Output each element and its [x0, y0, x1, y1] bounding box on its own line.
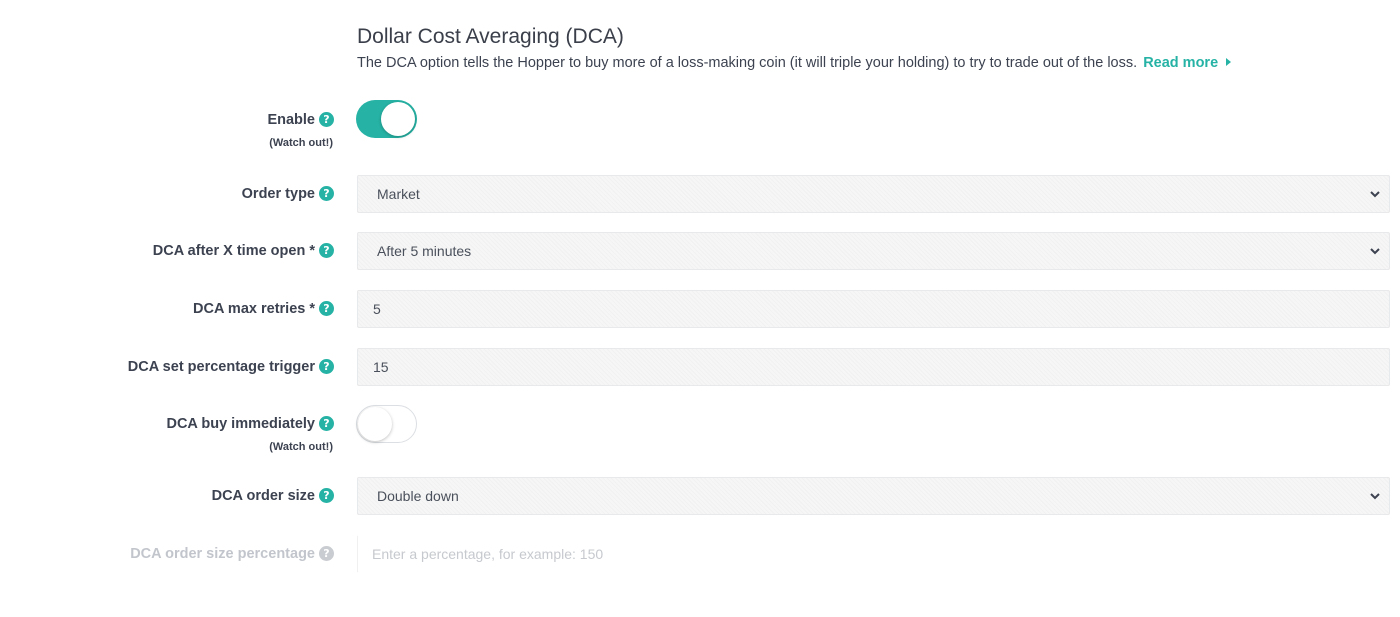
order-size-percentage-input: Enter a percentage, for example: 150 — [357, 535, 1390, 573]
caret-right-icon — [1226, 58, 1232, 66]
order-type-label-group: Order type? — [242, 185, 334, 203]
section-description: The DCA option tells the Hopper to buy m… — [357, 53, 1387, 73]
chevron-down-icon — [1370, 493, 1380, 500]
order-size-label: DCA order size — [211, 487, 315, 504]
read-more-label: Read more — [1143, 55, 1219, 71]
toggle-knob — [381, 102, 415, 136]
enable-toggle[interactable] — [356, 100, 417, 138]
enable-label-group: Enable? (Watch out!) — [267, 111, 334, 149]
enable-label: Enable — [267, 111, 315, 128]
dca-header: Dollar Cost Averaging (DCA) The DCA opti… — [357, 22, 1387, 73]
max-retries-input[interactable]: 5 — [357, 290, 1390, 328]
buy-immediately-toggle[interactable] — [356, 405, 417, 443]
question-circle-icon[interactable]: ? — [319, 416, 334, 432]
buy-immediately-label: DCA buy immediately — [166, 415, 315, 432]
dca-after-value: After 5 minutes — [377, 243, 472, 259]
description-text: The DCA option tells the Hopper to buy m… — [357, 55, 1138, 71]
dca-after-label: DCA after X time open * — [152, 242, 315, 259]
dca-settings-panel: Dollar Cost Averaging (DCA) The DCA opti… — [0, 0, 1400, 617]
order-size-select[interactable]: Double down — [357, 477, 1390, 515]
question-circle-icon[interactable]: ? — [319, 186, 334, 202]
question-circle-icon[interactable]: ? — [319, 243, 334, 259]
order-size-percentage-label: DCA order size percentage — [130, 545, 315, 562]
order-size-percentage-label-group: DCA order size percentage? — [130, 545, 334, 563]
order-size-label-group: DCA order size? — [212, 487, 334, 505]
percentage-trigger-label: DCA set percentage trigger — [127, 358, 315, 375]
percentage-trigger-value: 15 — [373, 359, 389, 375]
order-type-value: Market — [377, 186, 420, 202]
chevron-down-icon — [1370, 191, 1380, 198]
question-circle-icon: ? — [319, 546, 334, 562]
question-circle-icon[interactable]: ? — [319, 112, 334, 128]
max-retries-label: DCA max retries * — [193, 300, 315, 317]
order-type-select[interactable]: Market — [357, 175, 1390, 213]
question-circle-icon[interactable]: ? — [319, 359, 334, 375]
order-type-label: Order type — [241, 185, 315, 202]
dca-after-label-group: DCA after X time open *? — [153, 242, 334, 260]
question-circle-icon[interactable]: ? — [319, 301, 334, 317]
percentage-trigger-input[interactable]: 15 — [357, 348, 1390, 386]
max-retries-value: 5 — [373, 301, 381, 317]
chevron-down-icon — [1370, 248, 1380, 255]
dca-after-select[interactable]: After 5 minutes — [357, 232, 1390, 270]
read-more-link[interactable]: Read more — [1143, 55, 1232, 71]
buy-immediately-label-group: DCA buy immediately? (Watch out!) — [166, 415, 334, 453]
order-size-value: Double down — [377, 488, 459, 504]
max-retries-label-group: DCA max retries *? — [193, 300, 334, 318]
buy-immediately-watch-out-note: (Watch out!) — [269, 441, 333, 453]
toggle-knob — [358, 407, 392, 441]
percentage-trigger-label-group: DCA set percentage trigger? — [128, 358, 334, 376]
order-size-percentage-placeholder: Enter a percentage, for example: 150 — [372, 546, 604, 562]
question-circle-icon[interactable]: ? — [319, 488, 334, 504]
section-title: Dollar Cost Averaging (DCA) — [357, 25, 624, 48]
enable-watch-out-note: (Watch out!) — [269, 137, 333, 149]
